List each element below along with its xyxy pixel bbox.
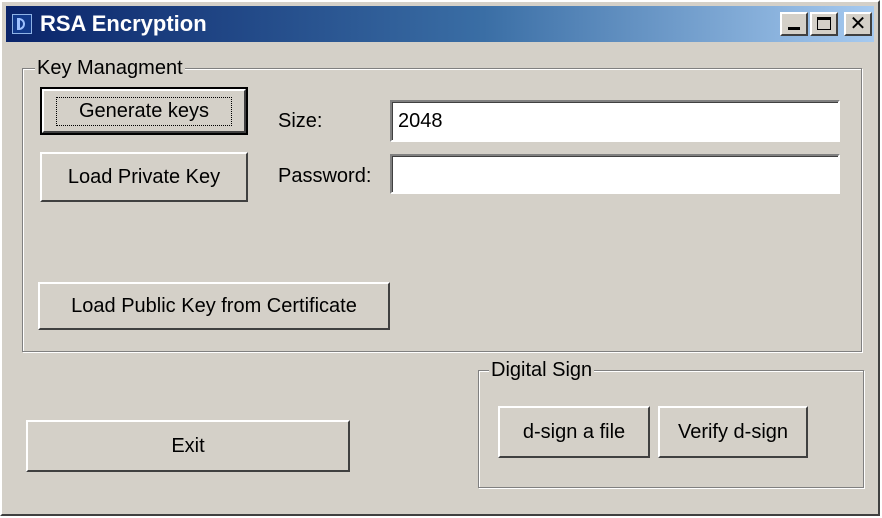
password-field[interactable] [390, 154, 840, 194]
close-icon: ✕ [849, 11, 867, 35]
maximize-button[interactable] [810, 12, 838, 36]
window-title: RSA Encryption [40, 11, 207, 36]
dsign-file-button[interactable]: d-sign a file [498, 406, 650, 458]
password-label: Password: [278, 165, 372, 187]
load-private-key-button[interactable]: Load Private Key [40, 152, 248, 202]
digital-sign-label: Digital Sign [489, 359, 595, 381]
title-bar[interactable]: RSA Encryption ✕ [6, 6, 874, 42]
minimize-button[interactable] [780, 12, 808, 36]
key-management-label: Key Managment [35, 57, 185, 79]
size-label: Size: [278, 110, 323, 132]
rsa-encryption-window: RSA Encryption ✕ Key Managment Generate … [0, 0, 880, 516]
maximize-icon [817, 17, 831, 30]
minimize-icon [788, 27, 800, 30]
generate-keys-label: Generate keys [55, 96, 233, 126]
close-button[interactable]: ✕ [844, 12, 872, 36]
app-icon[interactable] [12, 14, 32, 34]
size-field[interactable] [390, 100, 840, 142]
verify-dsign-button[interactable]: Verify d-sign [658, 406, 808, 458]
load-public-key-button[interactable]: Load Public Key from Certificate [38, 282, 390, 330]
generate-keys-button[interactable]: Generate keys [40, 87, 248, 135]
exit-button[interactable]: Exit [26, 420, 350, 472]
